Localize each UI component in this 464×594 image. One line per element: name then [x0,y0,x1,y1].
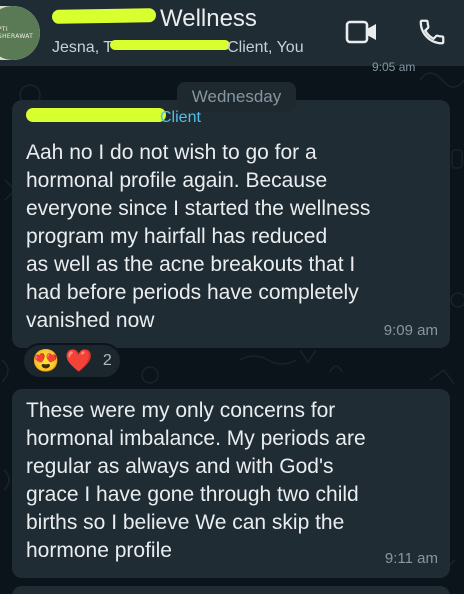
avatar-logo: PTI SHERAWAT [0,6,40,60]
voice-call-button[interactable] [414,14,450,50]
message-reactions[interactable]: 😍 ❤️ 2 [22,343,122,379]
message-bubble[interactable]: Client Aah no I do not wish to go for a … [12,100,450,348]
message-time: 9:09 am [383,322,438,339]
redaction-mark [26,108,166,122]
chat-title-text: Wellness [160,5,257,32]
video-call-button[interactable] [344,14,380,50]
previous-message-time: 9:05 am [372,60,416,72]
voice-call-icon [419,19,445,45]
reaction-count: 2 [102,352,112,369]
group-avatar[interactable]: PTI SHERAWAT [0,6,40,60]
video-call-icon [345,20,376,44]
avatar-logo-text: PTI SHERAWAT [0,26,34,40]
chat-title[interactable]: Wellness [51,5,257,33]
message-time: 9:11 am [384,550,438,567]
chat-participants[interactable]: Jesna, T Client, You [52,39,304,57]
message-bubble[interactable]: These were my only concerns for hormonal… [12,389,450,578]
participants-suffix: Client, You [227,39,304,56]
participants-prefix: Jesna, T [52,39,114,56]
message-sender: Client [26,108,201,128]
reaction-emoji: 😍 [32,348,60,373]
message-text: Aah no I do not wish to go for a hormona… [26,141,371,332]
chat-header[interactable]: PTI SHERAWAT Wellness Jesna, T Client, Yo… [0,0,464,66]
date-separator: Wednesday [177,82,296,112]
reaction-emoji: ❤️ [65,348,93,373]
next-message-bubble[interactable] [12,586,450,594]
message-text: These were my only concerns for hormonal… [26,399,366,562]
redaction-mark [110,40,231,50]
redaction-mark [51,8,157,24]
